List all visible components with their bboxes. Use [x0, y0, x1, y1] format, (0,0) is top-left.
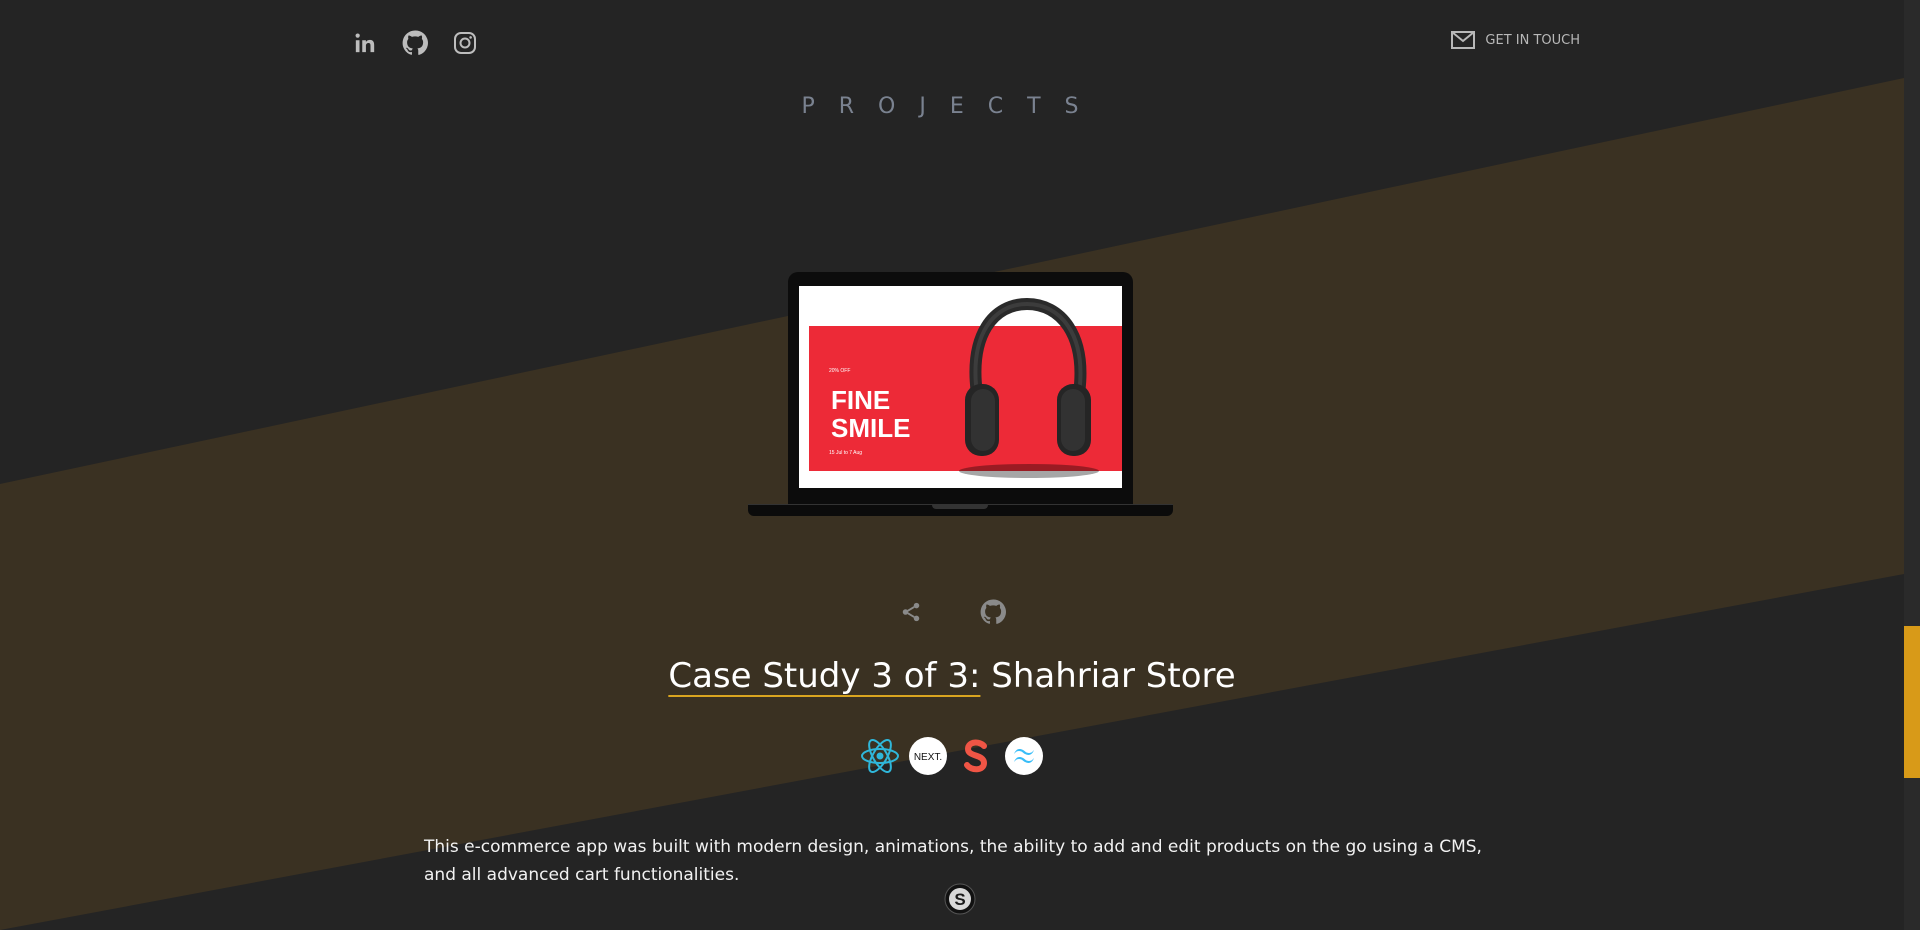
scrollbar-track[interactable]	[1904, 0, 1920, 930]
tech-stack: NEXT.	[0, 736, 1904, 776]
store-logo-letter: S	[954, 890, 965, 909]
tailwind-icon	[1004, 736, 1044, 776]
promo-date: 15 Jul to 7 Aug	[829, 450, 863, 456]
promo-headline-line1: FINE	[831, 385, 891, 415]
page-title: PROJECTS	[801, 94, 1103, 119]
nextjs-logo-text: NEXT.	[914, 752, 942, 763]
laptop-display: 20% OFF FINE SMILE 15 Jul to 7 Aug	[799, 286, 1122, 488]
react-icon	[860, 736, 900, 776]
project-preview-laptop: 20% OFF FINE SMILE 15 Jul to 7 Aug	[748, 272, 1173, 517]
case-study-counter: Case Study 3 of 3:	[668, 656, 981, 696]
promo-headline-line2: SMILE	[831, 413, 911, 443]
case-study-name: Shahriar Store	[991, 656, 1236, 696]
promo-headline: FINE SMILE	[831, 386, 910, 442]
store-logo-icon: S	[944, 883, 976, 915]
github-icon[interactable]	[977, 596, 1009, 628]
laptop-notch	[932, 505, 988, 509]
instagram-icon[interactable]	[450, 28, 480, 58]
social-links	[350, 28, 480, 58]
promo-discount: 20% OFF	[829, 368, 851, 374]
top-bar: GET IN TOUCH	[350, 28, 1580, 58]
github-icon[interactable]	[400, 28, 430, 58]
laptop-screen: 20% OFF FINE SMILE 15 Jul to 7 Aug	[788, 272, 1133, 506]
linkedin-icon[interactable]	[350, 28, 380, 58]
sanity-icon	[956, 736, 996, 776]
case-study-title: Case Study 3 of 3: Shahriar Store	[0, 656, 1904, 696]
scrollbar-thumb[interactable]	[1904, 626, 1920, 778]
mail-icon	[1451, 31, 1476, 49]
laptop-base	[748, 504, 1173, 516]
share-icon[interactable]	[895, 596, 927, 628]
case-study-description: This e-commerce app was built with moder…	[424, 837, 1482, 885]
project-actions	[0, 596, 1904, 628]
headphones-image	[959, 297, 1099, 478]
nextjs-icon: NEXT.	[908, 736, 948, 776]
get-in-touch-label: GET IN TOUCH	[1485, 32, 1580, 48]
get-in-touch-link[interactable]: GET IN TOUCH	[1451, 31, 1580, 49]
